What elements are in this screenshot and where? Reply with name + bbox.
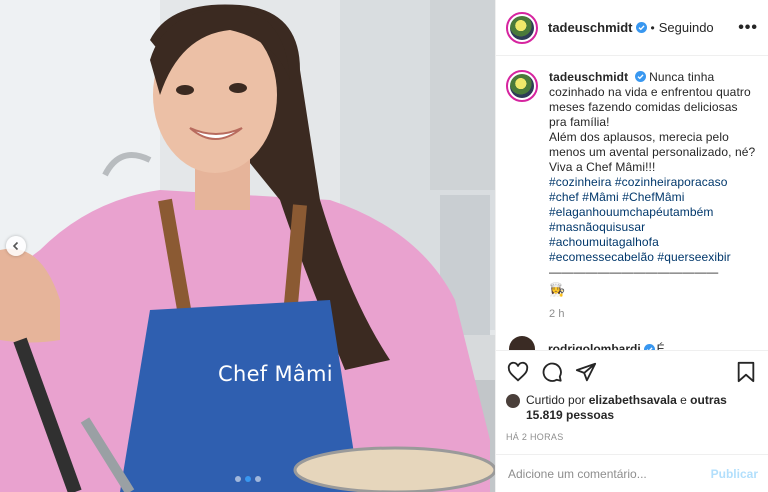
- instagram-post: Chef Mâmi tadeuschmidt • Seguindo ••• ta…: [0, 0, 768, 492]
- hashtag-line[interactable]: #ecomessecabelão #querseexibir: [549, 250, 758, 265]
- hashtag-line[interactable]: #chef #Mâmi #ChefMâmi: [549, 190, 758, 205]
- add-comment-bar: Publicar: [496, 454, 768, 492]
- carousel-indicator: [234, 476, 261, 482]
- separator-dot: •: [650, 20, 655, 35]
- post-timestamp[interactable]: HÁ 2 HORAS: [506, 432, 758, 454]
- comment-text: É: [656, 342, 665, 350]
- bookmark-icon: [737, 361, 755, 383]
- carousel-dot: [254, 476, 261, 482]
- comment-more-icon[interactable]: ...: [748, 342, 758, 350]
- likes-conj: e: [680, 393, 687, 407]
- comment-button[interactable]: [540, 360, 564, 384]
- caption-divider: ——————————————: [549, 265, 719, 279]
- verified-badge-icon: [634, 71, 646, 82]
- caption-username[interactable]: tadeuschmidt: [549, 70, 628, 84]
- save-button[interactable]: [734, 360, 758, 384]
- liker-username[interactable]: elizabethsavala: [589, 393, 677, 407]
- previous-photo-button[interactable]: [6, 236, 26, 256]
- more-options-icon[interactable]: •••: [738, 19, 758, 37]
- liker-avatar[interactable]: [506, 394, 520, 408]
- post-header: tadeuschmidt • Seguindo •••: [496, 0, 768, 56]
- caption-text-line2: Além dos aplausos, merecia pelo menos um…: [549, 130, 756, 159]
- likes-prefix: Curtido por: [526, 393, 586, 407]
- commenter-avatar[interactable]: [509, 336, 535, 350]
- verified-badge-icon: [635, 22, 647, 33]
- hashtag-line[interactable]: #cozinheira #cozinheiraporacaso: [549, 175, 758, 190]
- post-side-panel: tadeuschmidt • Seguindo ••• tadeuschmidt…: [495, 0, 768, 492]
- heart-icon: [507, 361, 529, 382]
- caption: tadeuschmidt Nunca tinha cozinhado na vi…: [506, 70, 758, 322]
- comment-input[interactable]: [508, 466, 703, 481]
- caption-time[interactable]: 2 h: [549, 307, 758, 322]
- hashtag-line[interactable]: #elaganhouumchapéutambém: [549, 205, 758, 220]
- following-button[interactable]: Seguindo: [659, 20, 714, 35]
- comments-section: tadeuschmidt Nunca tinha cozinhado na vi…: [496, 56, 768, 350]
- hashtag-line[interactable]: #masnãoquisusar: [549, 220, 758, 235]
- author-avatar[interactable]: [506, 11, 538, 44]
- caption-text-line3: Viva a Chef Mâmi!!!: [549, 160, 656, 174]
- hashtag-line[interactable]: #achoumuitagalhofa: [549, 235, 758, 250]
- share-button[interactable]: [574, 360, 598, 384]
- post-photo[interactable]: Chef Mâmi: [0, 0, 495, 492]
- like-button[interactable]: [506, 360, 530, 384]
- comment-bubble-icon: [542, 362, 562, 382]
- comment-item: rodrigolombardi É ...: [506, 336, 758, 350]
- verified-badge-icon: [643, 343, 655, 350]
- carousel-dot: [234, 476, 241, 482]
- commenter-username[interactable]: rodrigolombardi: [548, 342, 641, 350]
- chef-emoji: 👩‍🍳: [549, 282, 566, 297]
- author-username[interactable]: tadeuschmidt: [548, 20, 633, 35]
- paper-plane-icon: [575, 362, 597, 382]
- post-actions: Curtido por elizabethsavala e outras 15.…: [496, 350, 768, 454]
- publish-button[interactable]: Publicar: [711, 467, 758, 481]
- apron-text: Chef Mâmi: [218, 362, 333, 386]
- likes-summary: Curtido por elizabethsavala e outras 15.…: [506, 393, 758, 423]
- chevron-left-icon: [12, 241, 19, 251]
- carousel-dot-active: [244, 476, 251, 482]
- caption-avatar[interactable]: [506, 70, 538, 102]
- photo-illustration: [0, 0, 495, 492]
